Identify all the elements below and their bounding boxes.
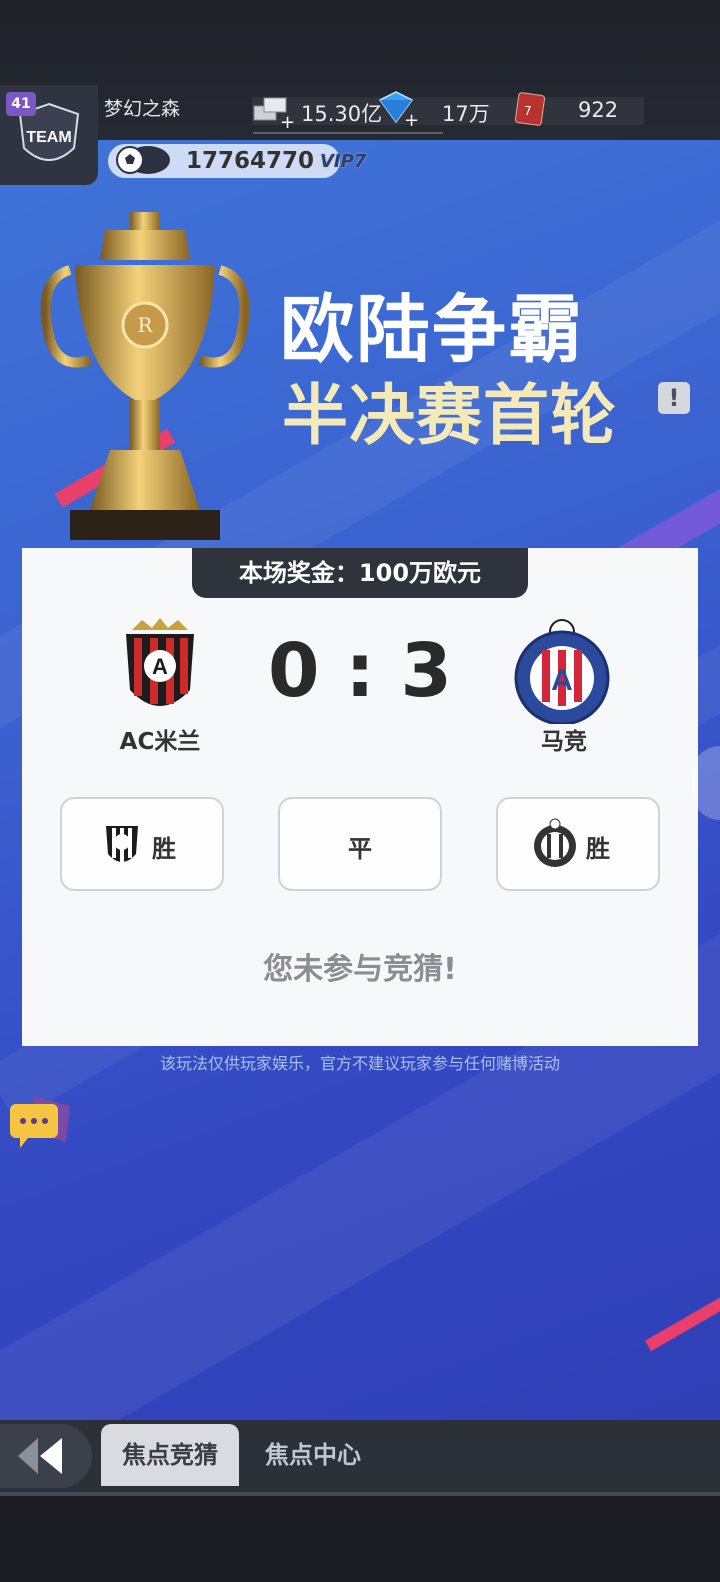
svg-text:A: A (551, 664, 573, 697)
home-win-label: 胜 (152, 835, 176, 863)
home-win-button[interactable] (60, 797, 224, 891)
guess-status: 您未参与竞猜! (263, 952, 457, 987)
away-team-name: 马竞 (541, 729, 587, 755)
event-title: 欧陆争霸 (280, 287, 584, 373)
away-team-mini-crest-icon (534, 818, 576, 867)
coin-value: 17764770 (186, 148, 315, 174)
svg-text:+: + (404, 110, 419, 128)
vip-badge[interactable]: VIP7 (320, 151, 366, 172)
draw-label: 平 (348, 835, 372, 863)
diamond-icon[interactable]: + (372, 90, 422, 128)
event-subtitle: 半决赛首轮 (282, 377, 617, 454)
svg-text:A: A (152, 654, 168, 679)
match-score: 0 : 3 (267, 628, 453, 714)
svg-text:TEAM: TEAM (26, 129, 71, 146)
bottom-safe-area (0, 1496, 720, 1582)
chat-icon[interactable] (6, 1092, 78, 1156)
info-icon[interactable]: ! (658, 382, 690, 414)
home-team-mini-crest-icon (106, 826, 138, 862)
prize-banner: 本场奖金：100万欧元 (192, 548, 528, 598)
player-name: 梦幻之森 (104, 98, 181, 120)
away-team-crest-icon: A (514, 619, 610, 724)
card-value: 922 (578, 98, 619, 122)
back-button[interactable] (0, 1424, 92, 1488)
home-team-name: AC米兰 (119, 729, 201, 755)
trophy-icon: R (40, 212, 250, 540)
level-badge: 41 (6, 92, 36, 116)
football-icon (116, 146, 170, 174)
back-arrow-icon (18, 1438, 62, 1474)
disclaimer-text: 该玩法仅供玩家娱乐，官方不建议玩家参与任何赌博活动 (159, 1054, 560, 1073)
card-icon[interactable]: 7 (514, 92, 546, 126)
tab-focus-center[interactable]: 焦点中心 (248, 1424, 378, 1486)
diamond-value: 17万 (442, 102, 490, 126)
tab-focus-guess[interactable]: 焦点竞猜 (101, 1424, 239, 1486)
silver-value: 15.30亿 (301, 102, 383, 126)
away-win-button[interactable] (496, 797, 660, 891)
svg-text:R: R (137, 313, 153, 337)
away-win-label: 胜 (586, 835, 610, 863)
silver-bars-icon[interactable]: + (250, 92, 298, 130)
resource-underline (253, 132, 443, 134)
home-team-crest-icon: A (126, 618, 194, 706)
svg-text:+: + (280, 112, 295, 130)
svg-text:7: 7 (524, 104, 532, 118)
